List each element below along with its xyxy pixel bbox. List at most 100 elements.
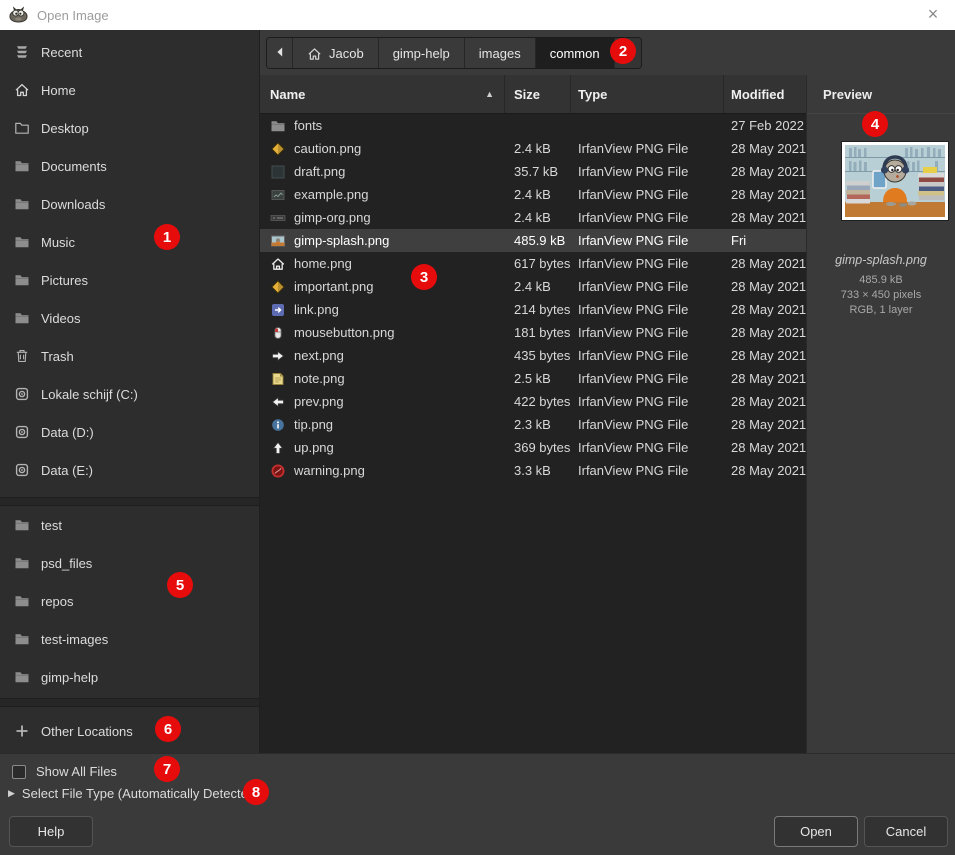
column-header-name[interactable]: Name ▲: [260, 75, 505, 113]
expander-arrow-icon: ▶: [8, 788, 15, 799]
file-modified: Fri: [724, 229, 806, 252]
annotation-badge: 8: [243, 779, 269, 805]
file-row[interactable]: gimp-splash.png 485.9 kB IrfanView PNG F…: [260, 229, 806, 252]
sidebar-bookmark-item[interactable]: repos: [0, 582, 259, 620]
file-size: 435 bytes: [505, 344, 571, 367]
breadcrumb-segment[interactable]: gimp-help: [379, 38, 465, 68]
file-size: [505, 114, 571, 137]
file-size: 2.3 kB: [505, 413, 571, 436]
tip-file-icon: [270, 417, 286, 433]
file-type: IrfanView PNG File: [571, 459, 724, 482]
sidebar-item[interactable]: Trash: [0, 337, 259, 375]
sidebar-bookmark-item[interactable]: psd_files: [0, 544, 259, 582]
file-size: 3.3 kB: [505, 459, 571, 482]
sidebar-item[interactable]: Documents: [0, 147, 259, 185]
file-row[interactable]: gimp-org.png 2.4 kB IrfanView PNG File 2…: [260, 206, 806, 229]
desktop-icon: [14, 120, 30, 136]
sidebar-item[interactable]: Data (E:): [0, 451, 259, 489]
file-name: link.png: [294, 302, 339, 317]
file-row[interactable]: up.png 369 bytes IrfanView PNG File 28 M…: [260, 436, 806, 459]
sidebar-item[interactable]: Lokale schijf (C:): [0, 375, 259, 413]
file-size: 2.4 kB: [505, 183, 571, 206]
column-header-size[interactable]: Size: [505, 75, 571, 113]
bookmark-label: psd_files: [41, 556, 92, 571]
preview-header: Preview: [807, 75, 955, 114]
sidebar-bookmark-item[interactable]: test-images: [0, 620, 259, 658]
file-name: home.png: [294, 256, 352, 271]
sidebar-item[interactable]: Data (D:): [0, 413, 259, 451]
sidebar-item[interactable]: Videos: [0, 299, 259, 337]
file-list: Name ▲ Size Type Modified fonts 27 Feb 2…: [260, 75, 806, 753]
file-row[interactable]: important.png 2.4 kB IrfanView PNG File …: [260, 275, 806, 298]
bookmark-label: test-images: [41, 632, 108, 647]
file-row[interactable]: tip.png 2.3 kB IrfanView PNG File 28 May…: [260, 413, 806, 436]
file-type: IrfanView PNG File: [571, 390, 724, 413]
file-row[interactable]: warning.png 3.3 kB IrfanView PNG File 28…: [260, 459, 806, 482]
sidebar-item[interactable]: Desktop: [0, 109, 259, 147]
folder-icon: [14, 669, 30, 685]
file-name: caution.png: [294, 141, 361, 156]
sidebar-item[interactable]: Downloads: [0, 185, 259, 223]
breadcrumb-segment[interactable]: common: [536, 38, 615, 68]
file-row[interactable]: mousebutton.png 181 bytes IrfanView PNG …: [260, 321, 806, 344]
file-name: warning.png: [294, 463, 365, 478]
sidebar-bookmark-item[interactable]: test: [0, 506, 259, 544]
file-modified: 28 May 2021: [724, 390, 806, 413]
column-header-modified[interactable]: Modified: [724, 75, 806, 113]
titlebar: Open Image ×: [0, 0, 955, 30]
pathbar: Jacob gimp-help images common: [260, 30, 955, 75]
file-row[interactable]: prev.png 422 bytes IrfanView PNG File 28…: [260, 390, 806, 413]
file-name: note.png: [294, 371, 345, 386]
window-title: Open Image: [37, 8, 109, 23]
preview-thumbnail: [842, 142, 948, 220]
annotation-number: 3: [420, 269, 428, 286]
file-size: 2.4 kB: [505, 137, 571, 160]
file-row[interactable]: fonts 27 Feb 2022: [260, 114, 806, 137]
up-file-icon: [270, 440, 286, 456]
preview-dimensions: 733 × 450 pixels: [807, 288, 955, 303]
breadcrumb-segment[interactable]: images: [465, 38, 536, 68]
link-file-icon: [270, 302, 286, 318]
other-locations-item[interactable]: Other Locations: [0, 712, 259, 750]
sidebar-item[interactable]: Music: [0, 223, 259, 261]
cancel-button[interactable]: Cancel: [864, 816, 948, 847]
file-size: 369 bytes: [505, 436, 571, 459]
file-row[interactable]: next.png 435 bytes IrfanView PNG File 28…: [260, 344, 806, 367]
file-type: IrfanView PNG File: [571, 137, 724, 160]
nav-back-button[interactable]: [267, 38, 293, 68]
gimp-splash-file-icon: [270, 233, 286, 249]
sidebar-item-label: Desktop: [41, 121, 89, 136]
file-type-expander[interactable]: ▶ Select File Type (Automatically Detect…: [8, 786, 259, 801]
close-icon[interactable]: ×: [921, 2, 945, 26]
show-all-files-checkbox[interactable]: [12, 765, 26, 779]
file-row[interactable]: draft.png 35.7 kB IrfanView PNG File 28 …: [260, 160, 806, 183]
file-type: IrfanView PNG File: [571, 206, 724, 229]
drive-icon: [14, 386, 30, 402]
sidebar-item-label: Documents: [41, 159, 107, 174]
preview-filename: gimp-splash.png: [807, 251, 955, 269]
help-button[interactable]: Help: [9, 816, 93, 847]
sidebar-item[interactable]: Recent: [0, 33, 259, 71]
open-button[interactable]: Open: [774, 816, 858, 847]
file-type: IrfanView PNG File: [571, 367, 724, 390]
sidebar-item[interactable]: Pictures: [0, 261, 259, 299]
annotation-number: 4: [871, 116, 879, 133]
file-row[interactable]: home.png 617 bytes IrfanView PNG File 28…: [260, 252, 806, 275]
file-modified: 28 May 2021: [724, 321, 806, 344]
file-name: gimp-org.png: [294, 210, 371, 225]
bookmark-label: test: [41, 518, 62, 533]
file-type: IrfanView PNG File: [571, 298, 724, 321]
file-type: IrfanView PNG File: [571, 321, 724, 344]
sidebar-item[interactable]: Home: [0, 71, 259, 109]
file-row[interactable]: caution.png 2.4 kB IrfanView PNG File 28…: [260, 137, 806, 160]
file-row[interactable]: link.png 214 bytes IrfanView PNG File 28…: [260, 298, 806, 321]
file-list-header: Name ▲ Size Type Modified: [260, 75, 806, 114]
file-modified: 27 Feb 2022: [724, 114, 806, 137]
sidebar-bookmark-item[interactable]: gimp-help: [0, 658, 259, 696]
file-type: [571, 114, 724, 137]
file-row[interactable]: example.png 2.4 kB IrfanView PNG File 28…: [260, 183, 806, 206]
file-size: 2.4 kB: [505, 206, 571, 229]
column-header-type[interactable]: Type: [571, 75, 724, 113]
file-row[interactable]: note.png 2.5 kB IrfanView PNG File 28 Ma…: [260, 367, 806, 390]
breadcrumb-segment[interactable]: Jacob: [293, 38, 379, 68]
